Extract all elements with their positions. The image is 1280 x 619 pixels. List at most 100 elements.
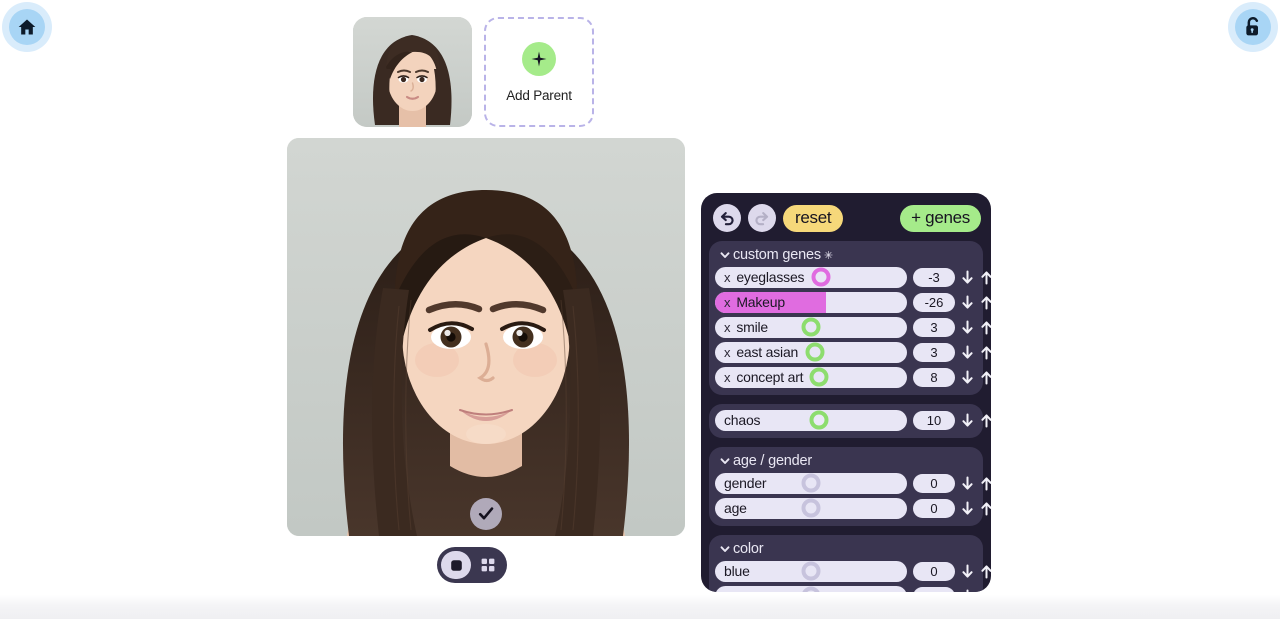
parent-thumbnail[interactable] xyxy=(353,17,472,127)
genes-panel: reset + genes custom genes ✳ x eyeglasses -3… xyxy=(701,193,991,592)
gene-slider-thumb[interactable] xyxy=(801,561,821,581)
remove-gene-icon[interactable]: x xyxy=(724,270,731,285)
main-preview-image[interactable] xyxy=(287,138,685,536)
gene-decrement-arrow[interactable] xyxy=(961,320,974,335)
gene-name: east asian xyxy=(736,344,799,360)
gene-slider-thumb[interactable] xyxy=(801,317,821,337)
parent-portrait-image xyxy=(353,17,472,127)
gene-row: x east asian 3 xyxy=(715,341,991,363)
gene-slider-chaos[interactable]: chaos xyxy=(715,409,907,431)
gene-slider-thumb[interactable] xyxy=(801,586,821,592)
gene-value-input[interactable]: -26 xyxy=(913,292,955,312)
gene-increment-arrow[interactable] xyxy=(980,476,991,491)
gene-increment-arrow[interactable] xyxy=(980,413,991,428)
grid-icon xyxy=(481,558,495,572)
gene-slider-thumb[interactable] xyxy=(801,292,821,312)
gene-row: chaos 10 xyxy=(715,409,991,431)
gene-group-header[interactable]: color xyxy=(715,540,977,560)
home-button-inner xyxy=(9,9,45,45)
gene-group-header[interactable]: custom genes ✳ xyxy=(715,246,977,266)
gene-slider-label: gender xyxy=(724,475,767,491)
gene-slider-thumb[interactable] xyxy=(809,367,829,387)
view-mode-single[interactable] xyxy=(441,551,471,579)
gene-row: age 0 xyxy=(715,497,991,519)
add-genes-button[interactable]: + genes xyxy=(900,204,981,232)
gene-increment-arrow[interactable] xyxy=(980,370,991,385)
gene-group-title: custom genes xyxy=(733,247,821,263)
gene-slider-age[interactable]: age xyxy=(715,497,907,519)
gene-slider-label: age xyxy=(724,500,747,516)
gene-slider-thumb[interactable] xyxy=(805,342,825,362)
home-button[interactable] xyxy=(2,2,52,52)
undo-button[interactable] xyxy=(713,204,741,232)
gene-row: gender 0 xyxy=(715,472,991,494)
gene-increment-arrow[interactable] xyxy=(980,295,991,310)
gene-name: green xyxy=(724,588,759,592)
gene-value-input[interactable]: 3 xyxy=(913,317,955,337)
chevron-down-icon xyxy=(719,249,731,261)
gene-name: gender xyxy=(724,475,767,491)
gene-slider-label: x Makeup xyxy=(724,294,785,310)
gene-increment-arrow[interactable] xyxy=(980,345,991,360)
remove-gene-icon[interactable]: x xyxy=(724,320,731,335)
gene-increment-arrow[interactable] xyxy=(980,589,991,592)
gene-decrement-arrow[interactable] xyxy=(961,589,974,592)
gene-group-header[interactable]: age / gender xyxy=(715,452,977,472)
gene-increment-arrow[interactable] xyxy=(980,270,991,285)
remove-gene-icon[interactable]: x xyxy=(724,345,731,360)
gene-slider-makeup[interactable]: x Makeup xyxy=(715,291,907,313)
gene-decrement-arrow[interactable] xyxy=(961,564,974,579)
gene-slider-label: x eyeglasses xyxy=(724,269,805,285)
gene-slider-smile[interactable]: x smile xyxy=(715,316,907,338)
gene-decrement-arrow[interactable] xyxy=(961,270,974,285)
gene-value-input[interactable]: -3 xyxy=(913,267,955,287)
view-mode-grid[interactable] xyxy=(473,551,503,579)
square-icon xyxy=(450,559,462,571)
gene-slider-label: x concept art xyxy=(724,369,804,385)
preview-selected-badge[interactable] xyxy=(470,498,502,530)
gene-slider-thumb[interactable] xyxy=(801,473,821,493)
gene-value-input[interactable]: 8 xyxy=(913,367,955,387)
app-root: Add Parent reset + genes custom genes ✳ … xyxy=(0,0,1280,619)
gene-slider-blue[interactable]: blue xyxy=(715,560,907,582)
gene-slider-thumb[interactable] xyxy=(809,410,829,430)
gene-value-input[interactable]: 0 xyxy=(913,561,955,581)
gene-value-input[interactable]: 10 xyxy=(913,410,955,430)
gene-value-input[interactable]: 3 xyxy=(913,342,955,362)
gene-row: blue 0 xyxy=(715,560,991,582)
gene-name: eyeglasses xyxy=(736,269,805,285)
gene-decrement-arrow[interactable] xyxy=(961,413,974,428)
gene-value-input[interactable]: 0 xyxy=(913,498,955,518)
gene-slider-label: x smile xyxy=(724,319,768,335)
gene-decrement-arrow[interactable] xyxy=(961,476,974,491)
lock-button[interactable] xyxy=(1228,2,1278,52)
gene-decrement-arrow[interactable] xyxy=(961,345,974,360)
gene-group-title: color xyxy=(733,541,764,557)
add-parent-plus-circle xyxy=(522,41,556,76)
remove-gene-icon[interactable]: x xyxy=(724,370,731,385)
gene-decrement-arrow[interactable] xyxy=(961,295,974,310)
reset-button[interactable]: reset xyxy=(783,204,844,232)
gene-slider-eyeglasses[interactable]: x eyeglasses xyxy=(715,266,907,288)
gene-slider-concept-art[interactable]: x concept art xyxy=(715,366,907,388)
gene-slider-thumb[interactable] xyxy=(811,267,831,287)
gene-value-input[interactable]: 0 xyxy=(913,586,955,592)
gene-increment-arrow[interactable] xyxy=(980,564,991,579)
gene-decrement-arrow[interactable] xyxy=(961,370,974,385)
view-mode-toggle[interactable] xyxy=(437,547,507,583)
gene-value-input[interactable]: 0 xyxy=(913,473,955,493)
gene-group-title: age / gender xyxy=(733,453,813,469)
gene-increment-arrow[interactable] xyxy=(980,501,991,516)
gene-name: concept art xyxy=(736,369,804,385)
redo-button[interactable] xyxy=(748,204,776,232)
gene-row: green 0 xyxy=(715,585,989,592)
gene-slider-green[interactable]: green xyxy=(715,585,907,592)
add-parent-button[interactable]: Add Parent xyxy=(484,17,594,127)
remove-gene-icon[interactable]: x xyxy=(724,295,731,310)
gene-slider-east-asian[interactable]: x east asian xyxy=(715,341,907,363)
gene-slider-thumb[interactable] xyxy=(801,498,821,518)
gene-slider-gender[interactable]: gender xyxy=(715,472,907,494)
gene-increment-arrow[interactable] xyxy=(980,320,991,335)
chevron-down-icon xyxy=(719,455,731,467)
gene-decrement-arrow[interactable] xyxy=(961,501,974,516)
